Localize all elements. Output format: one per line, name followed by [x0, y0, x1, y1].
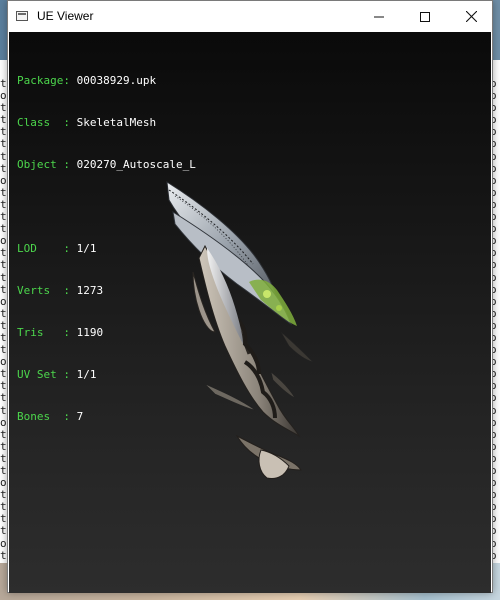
close-icon: [465, 11, 477, 22]
skeletal-mesh-render: [166, 181, 314, 479]
app-window-icon[interactable]: [16, 11, 28, 21]
window-title: UE Viewer: [37, 9, 94, 23]
minimize-button[interactable]: [356, 1, 402, 32]
maximize-button[interactable]: [402, 1, 448, 32]
close-button[interactable]: [448, 1, 494, 32]
3d-viewport[interactable]: Package: 00038929.upk Class : SkeletalMe…: [9, 32, 491, 593]
ue-viewer-window: UE Viewer Package: 00038929.upk Class : …: [7, 0, 493, 593]
maximize-icon: [420, 11, 430, 22]
title-bar[interactable]: UE Viewer: [8, 1, 492, 32]
minimize-icon: [374, 16, 384, 17]
